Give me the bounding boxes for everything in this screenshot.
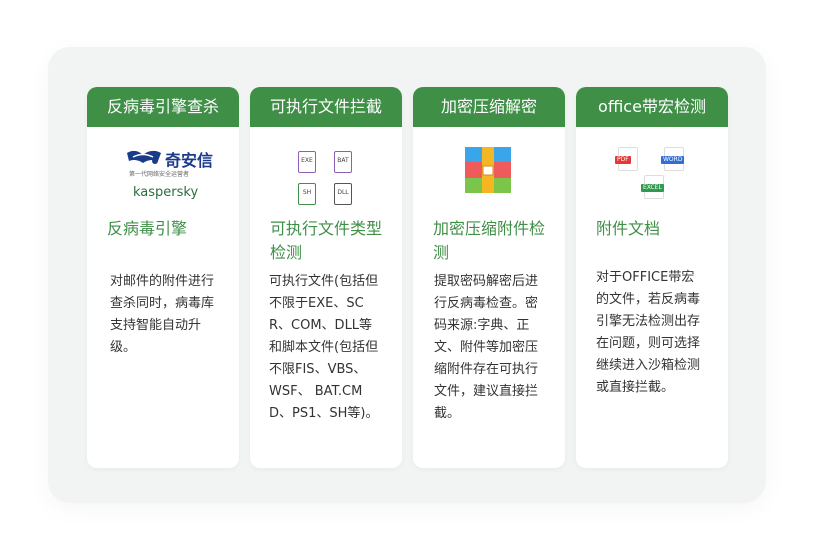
card-header: 加密压缩解密 xyxy=(413,87,565,127)
brand-qianxin-tagline: 第一代网络安全运营者 xyxy=(129,171,190,178)
icon-label: PDF xyxy=(615,156,631,164)
card-header: 反病毒引擎查杀 xyxy=(87,87,239,127)
brand-qianxin: 奇安信 xyxy=(165,151,214,170)
card-title: 附件文档 xyxy=(596,219,661,238)
archive-icon xyxy=(465,147,511,193)
pdf-file-icon: PDF xyxy=(615,147,638,171)
dll-file-icon: DLL xyxy=(334,183,352,205)
qianxin-logo-icon xyxy=(127,150,161,164)
archive-logo xyxy=(413,139,565,209)
icon-label: SH xyxy=(302,189,312,196)
card-description: 可执行文件(包括但不限于EXE、SCR、COM、DLL等和脚本文件(包括但不限F… xyxy=(269,274,379,421)
card-description: 对邮件的附件进行查杀同时，病毒库支持智能自动升级。 xyxy=(110,274,215,355)
brand-kaspersky: kaspersky xyxy=(133,185,199,200)
card-description: 提取密码解密后进行反病毒检查。密码来源:字典、正文、附件等加密压缩附件存在可执行… xyxy=(434,274,539,421)
card-title: 可执行文件类型检测 xyxy=(270,219,383,262)
exe-file-icon: EXE xyxy=(298,151,316,173)
word-file-icon: WORD xyxy=(661,147,685,171)
icon-label: DLL xyxy=(337,189,349,196)
feature-card-antivirus: 反病毒引擎查杀 奇安信 第一代网络安全运营者 kaspersky 反病毒引擎 对… xyxy=(87,87,239,468)
card-description: 对于OFFICE带宏的文件，若反病毒引擎无法检测出存在问题，则可选择继续进入沙箱… xyxy=(596,270,701,395)
card-header: office带宏检测 xyxy=(576,87,728,127)
card-header: 可执行文件拦截 xyxy=(250,87,402,127)
sh-file-icon: SH xyxy=(298,183,316,205)
excel-file-icon: EXCEL xyxy=(641,175,664,199)
icon-label: WORD xyxy=(661,156,685,164)
card-title: 加密压缩附件检测 xyxy=(433,219,546,262)
file-type-icons: EXE BAT SH DLL xyxy=(250,139,402,209)
feature-card-encrypted-archive: 加密压缩解密 加密压缩附件检测 提取密码解密后进行反病毒检查。密码来源:字典、正… xyxy=(413,87,565,468)
feature-card-executable: 可执行文件拦截 EXE BAT SH DLL 可执行文件类型检测 可执行文件(包… xyxy=(250,87,402,468)
icon-label: EXE xyxy=(301,157,313,164)
card-title: 反病毒引擎 xyxy=(107,219,188,238)
feature-card-office-macro: office带宏检测 PDF WORD EXCEL 附件文档 对于OFFICE带… xyxy=(576,87,728,468)
antivirus-logos: 奇安信 第一代网络安全运营者 kaspersky xyxy=(87,139,239,209)
icon-label: EXCEL xyxy=(641,184,664,192)
bat-file-icon: BAT xyxy=(334,151,352,173)
icon-label: BAT xyxy=(337,157,349,164)
document-icons: PDF WORD EXCEL xyxy=(576,139,728,209)
